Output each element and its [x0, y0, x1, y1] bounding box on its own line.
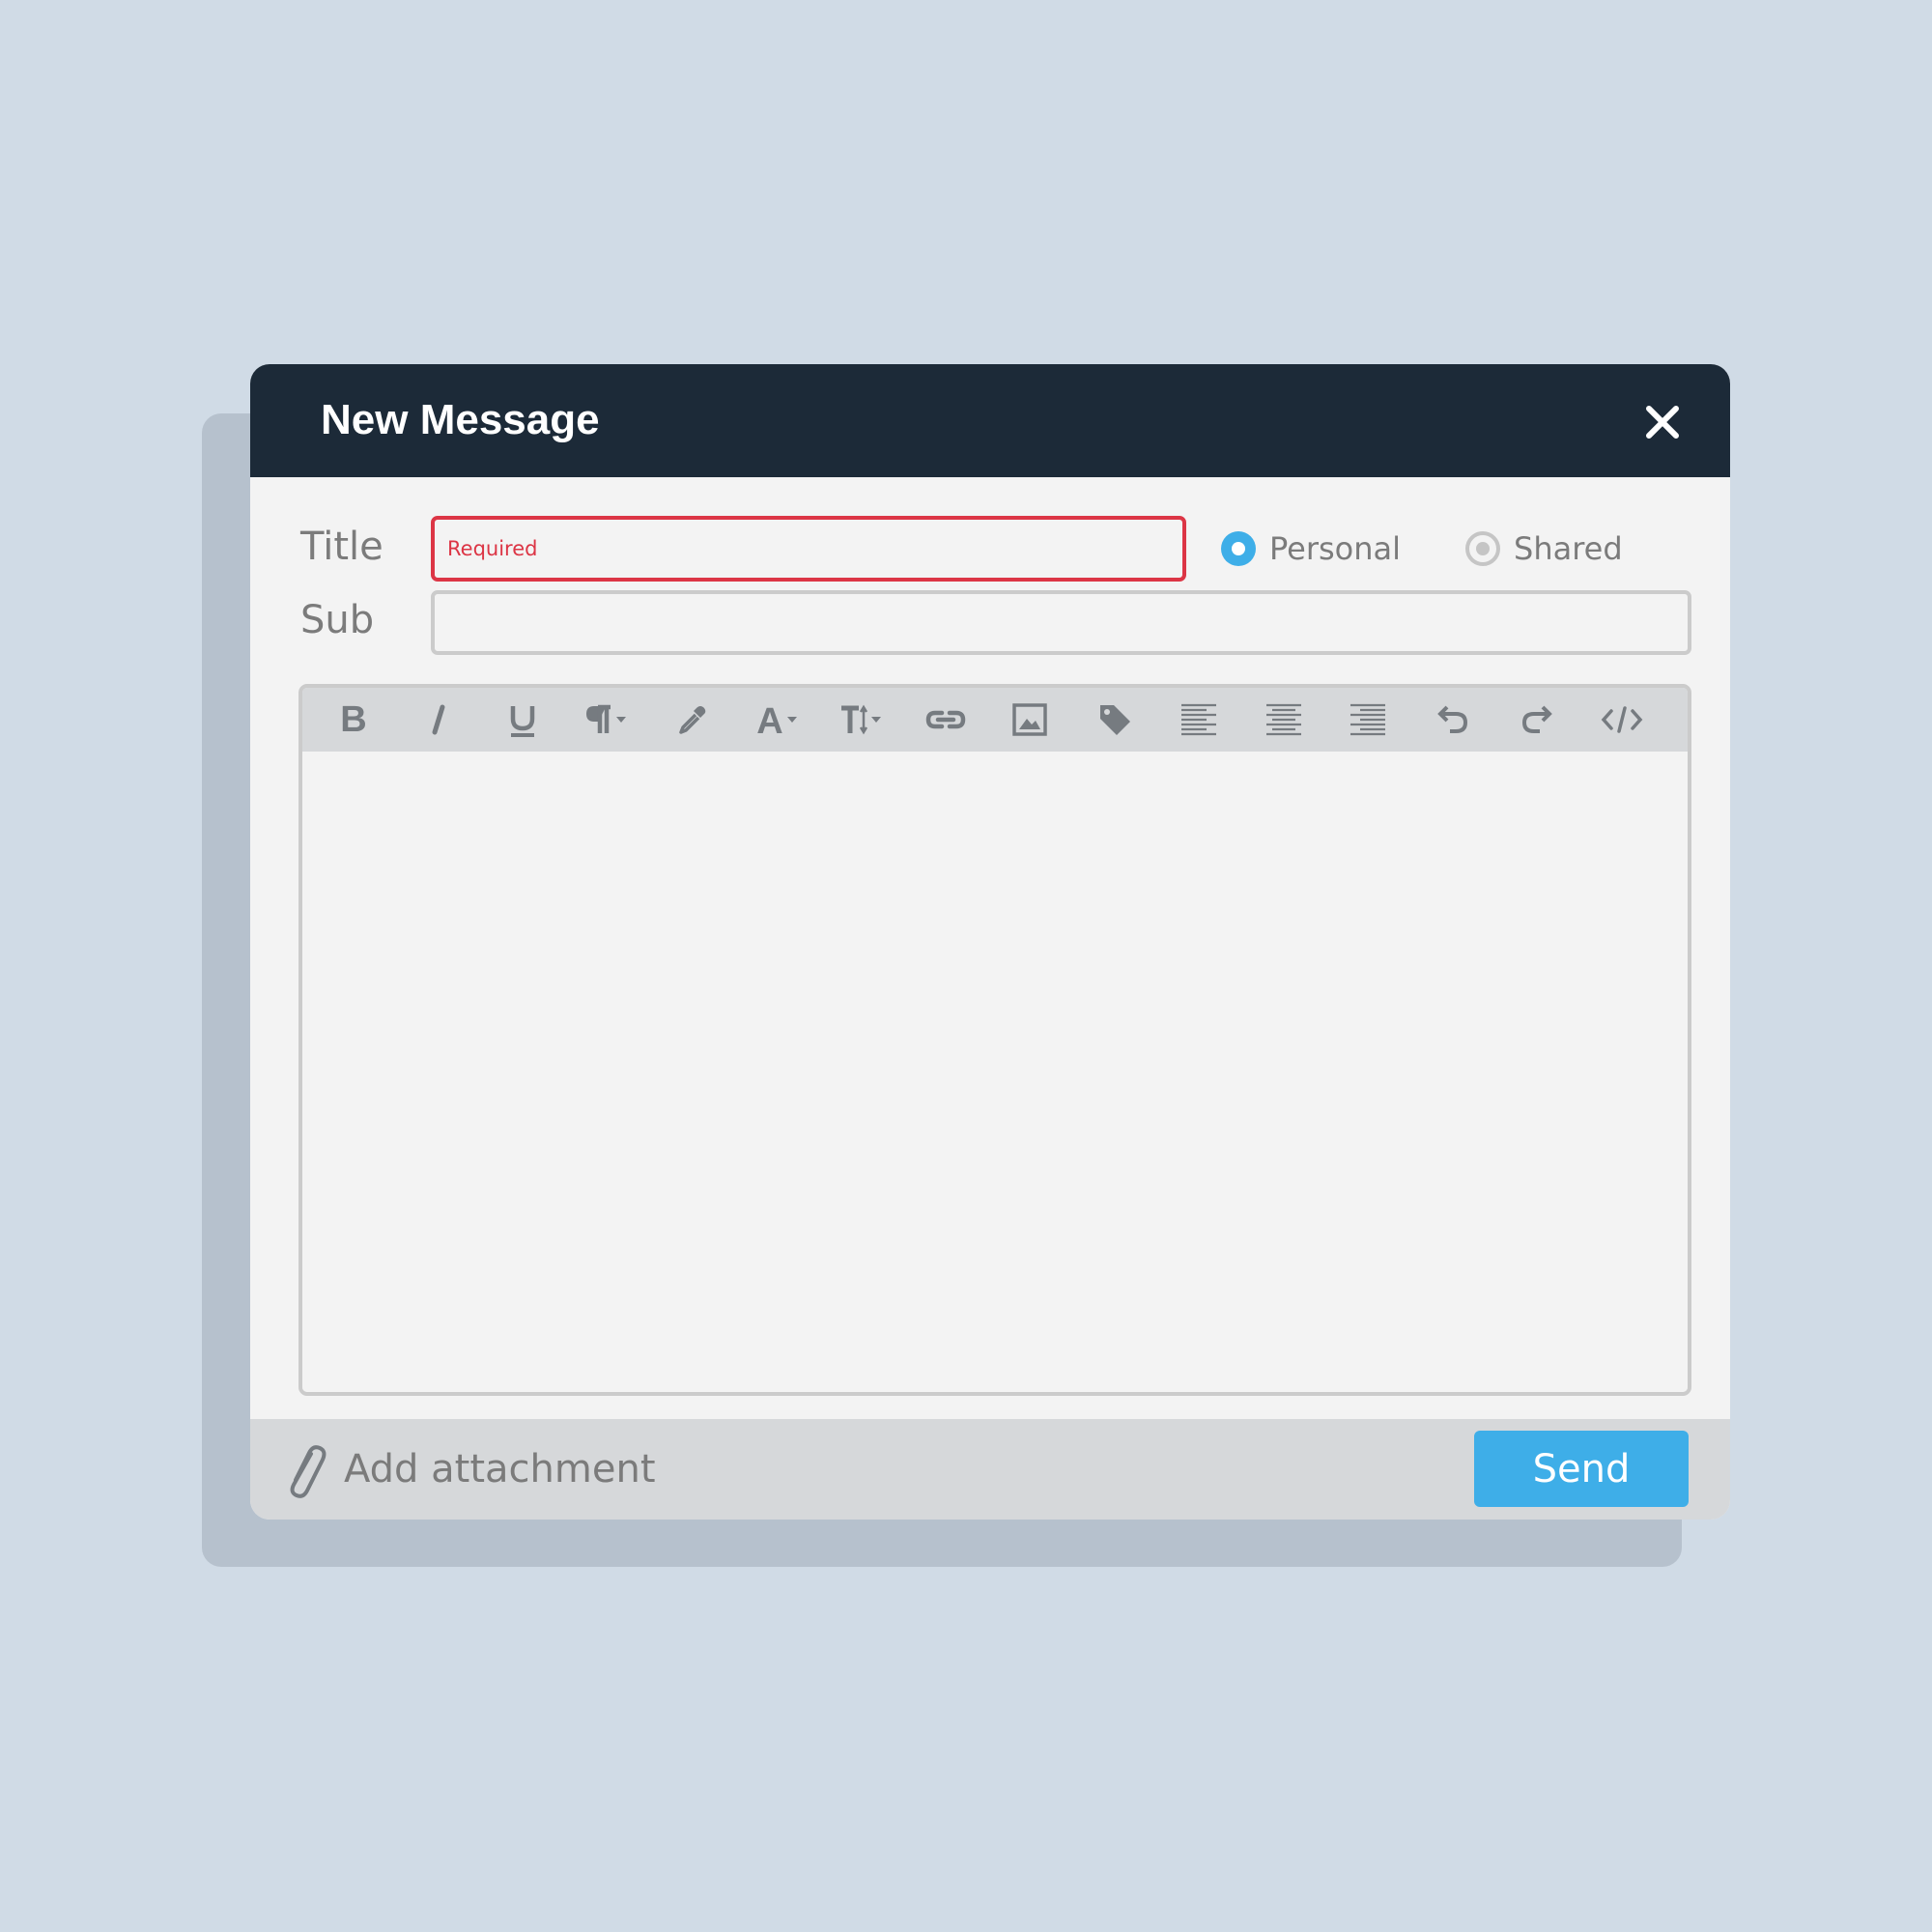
svg-text:A: A	[756, 701, 782, 739]
radio-personal[interactable]: Personal	[1221, 522, 1401, 576]
title-input[interactable]	[431, 516, 1186, 582]
send-button[interactable]: Send	[1474, 1431, 1689, 1507]
close-icon[interactable]	[1643, 403, 1682, 441]
code-icon[interactable]	[1595, 696, 1649, 744]
align-left-icon[interactable]	[1172, 696, 1226, 744]
align-right-icon[interactable]	[1341, 696, 1395, 744]
message-editor: B A	[298, 684, 1691, 1396]
radio-shared[interactable]: Shared	[1465, 522, 1623, 576]
svg-text:B: B	[340, 700, 366, 739]
paragraph-icon[interactable]	[581, 696, 635, 744]
font-size-icon[interactable]	[834, 696, 888, 744]
sub-input[interactable]	[431, 590, 1691, 655]
dialog-footer: Add attachment Send	[250, 1419, 1730, 1520]
underline-icon[interactable]	[496, 696, 550, 744]
add-attachment-button[interactable]: Add attachment	[282, 1440, 656, 1498]
dialog-title: New Message	[321, 396, 600, 443]
new-message-dialog: New Message Title Personal Shared Sub B	[250, 364, 1730, 1520]
radio-shared-label: Shared	[1514, 530, 1623, 567]
image-icon[interactable]	[1003, 696, 1057, 744]
font-family-icon[interactable]: A	[750, 696, 804, 744]
title-label: Title	[300, 525, 384, 569]
message-body[interactable]	[302, 752, 1688, 1392]
sub-label: Sub	[300, 598, 375, 642]
redo-icon[interactable]	[1510, 696, 1564, 744]
radio-selected-icon	[1221, 531, 1256, 566]
bold-icon[interactable]: B	[327, 696, 381, 744]
radio-unselected-icon	[1465, 531, 1500, 566]
link-icon[interactable]	[919, 696, 973, 744]
italic-icon[interactable]	[412, 696, 466, 744]
paperclip-icon	[290, 1445, 327, 1498]
align-center-icon[interactable]	[1257, 696, 1311, 744]
tag-icon[interactable]	[1088, 696, 1142, 744]
editor-toolbar: B A	[302, 688, 1688, 752]
undo-icon[interactable]	[1426, 696, 1480, 744]
dialog-header: New Message	[250, 364, 1730, 477]
add-attachment-label: Add attachment	[344, 1447, 656, 1492]
radio-personal-label: Personal	[1269, 530, 1402, 567]
color-picker-icon[interactable]	[665, 696, 719, 744]
